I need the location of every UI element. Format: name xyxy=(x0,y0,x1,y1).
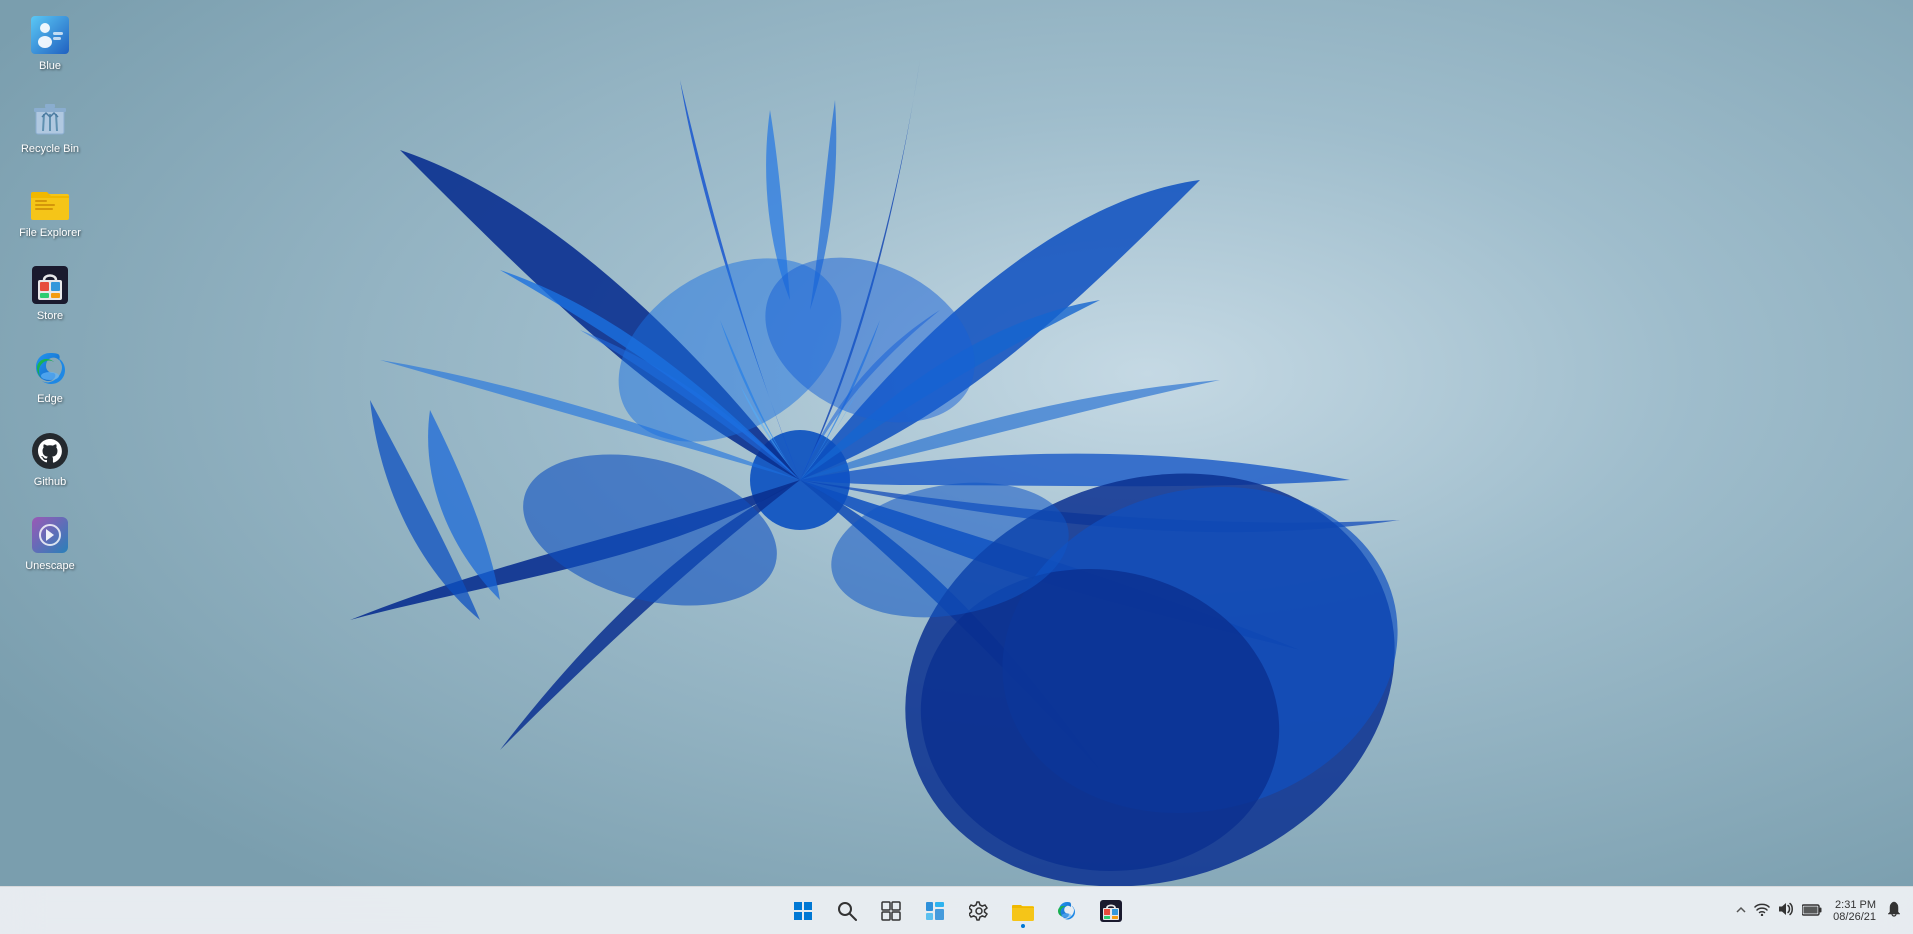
wifi-icon xyxy=(1754,902,1770,916)
date-display: 08/26/21 xyxy=(1833,911,1876,923)
store-label: Store xyxy=(37,309,63,323)
folder-taskbar-icon xyxy=(1012,901,1034,921)
network-icon[interactable] xyxy=(1752,900,1772,921)
battery-icon[interactable] xyxy=(1800,901,1824,921)
edge-taskbar-icon xyxy=(1057,901,1077,921)
show-hidden-icons-button[interactable] xyxy=(1734,901,1748,921)
task-view-icon xyxy=(881,901,901,921)
desktop-icon-blue[interactable]: Blue xyxy=(10,10,90,78)
active-dot xyxy=(1021,924,1025,928)
taskbar: 2:31 PM 08/26/21 xyxy=(0,886,1913,934)
windows-logo-icon xyxy=(794,902,812,920)
settings-button[interactable] xyxy=(959,891,999,931)
file-explorer-taskbar-button[interactable] xyxy=(1003,891,1043,931)
system-tray: 2:31 PM 08/26/21 xyxy=(1734,897,1903,925)
speaker-icon xyxy=(1778,902,1794,916)
edge-icon xyxy=(30,348,70,388)
desktop: Blue Recycle Bin xyxy=(0,0,1913,934)
search-button[interactable] xyxy=(827,891,867,931)
store-icon xyxy=(30,265,70,305)
search-icon xyxy=(837,901,857,921)
desktop-icon-file-explorer[interactable]: File Explorer xyxy=(10,177,90,245)
task-view-button[interactable] xyxy=(871,891,911,931)
file-explorer-label: File Explorer xyxy=(19,226,81,240)
battery-display-icon xyxy=(1802,904,1822,916)
taskbar-center xyxy=(783,891,1131,931)
github-label: Github xyxy=(34,475,66,489)
store-taskbar-icon xyxy=(1100,900,1122,922)
edge-label: Edge xyxy=(37,392,63,406)
chevron-up-icon xyxy=(1736,904,1746,916)
desktop-icon-recycle-bin[interactable]: Recycle Bin xyxy=(10,93,90,161)
desktop-icon-github[interactable]: Github xyxy=(10,426,90,494)
file-explorer-icon xyxy=(30,182,70,222)
taskbar-right: 2:31 PM 08/26/21 xyxy=(1734,897,1903,925)
unescape-icon xyxy=(30,515,70,555)
github-icon xyxy=(30,431,70,471)
settings-icon xyxy=(969,901,989,921)
start-button[interactable] xyxy=(783,891,823,931)
recycle-bin-label: Recycle Bin xyxy=(21,142,79,156)
blue-app-icon xyxy=(30,15,70,55)
notification-button[interactable] xyxy=(1885,899,1903,922)
widgets-icon xyxy=(925,901,945,921)
desktop-icon-store[interactable]: Store xyxy=(10,260,90,328)
desktop-icon-edge[interactable]: Edge xyxy=(10,343,90,411)
unescape-label: Unescape xyxy=(25,559,75,573)
desktop-icon-unescape[interactable]: Unescape xyxy=(10,510,90,578)
blue-app-label: Blue xyxy=(39,59,61,73)
time-display: 2:31 PM xyxy=(1835,899,1876,911)
wallpaper xyxy=(0,0,1913,934)
clock[interactable]: 2:31 PM 08/26/21 xyxy=(1828,897,1881,925)
recycle-bin-icon xyxy=(30,98,70,138)
widgets-button[interactable] xyxy=(915,891,955,931)
edge-taskbar-button[interactable] xyxy=(1047,891,1087,931)
desktop-icons: Blue Recycle Bin xyxy=(10,10,90,578)
volume-icon[interactable] xyxy=(1776,900,1796,921)
notification-icon xyxy=(1887,901,1901,917)
store-taskbar-button[interactable] xyxy=(1091,891,1131,931)
